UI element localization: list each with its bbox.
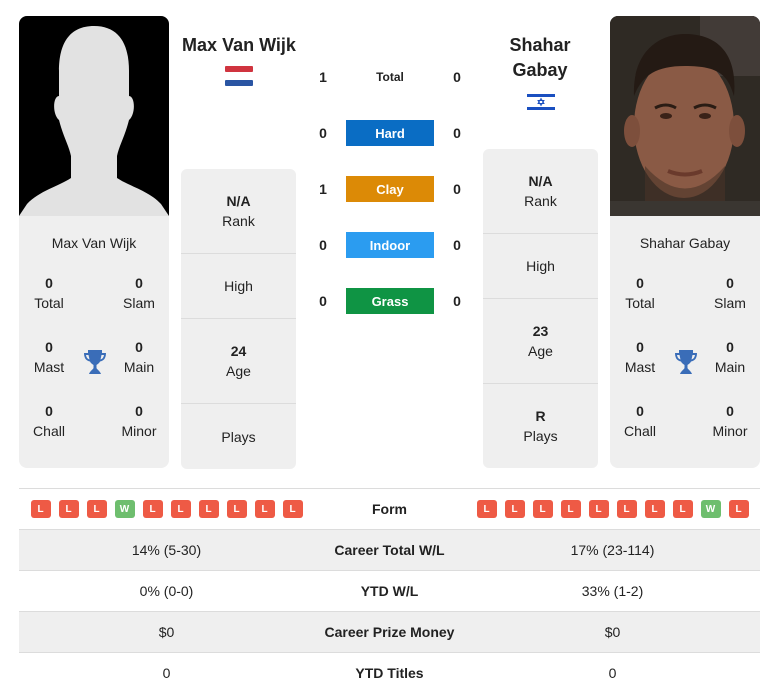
player2-name[interactable]: Shahar Gabay (485, 33, 595, 83)
surface-grass-badge[interactable]: Grass (346, 288, 434, 314)
silhouette-icon (19, 26, 169, 216)
israel-flag-icon (527, 92, 555, 112)
player1-titles-total: 0 Total (34, 275, 64, 311)
player1-form-badge-loss[interactable]: L (142, 500, 163, 518)
surface-indoor-badge[interactable]: Indoor (346, 232, 434, 258)
player1-plays: Plays (221, 428, 256, 445)
player2-card: Shahar Gabay 0 Total 0 Slam 0 Mast 0 Mai… (610, 16, 760, 468)
trophy-icon (84, 350, 106, 374)
player1-titles-main: 0 Main (123, 339, 155, 375)
player2-age: 23 Age (483, 299, 598, 384)
player2-info: N/A Rank High 23 Age R Plays (483, 149, 598, 468)
player1-form-badge-win[interactable]: W (114, 500, 135, 518)
player2-form-badge-loss[interactable]: L (728, 500, 749, 518)
player-face-icon (610, 16, 760, 216)
surface-hard-badge[interactable]: Hard (346, 120, 434, 146)
player1-card: Max Van Wijk 0 Total 0 Slam 0 Mast 0 Mai… (19, 16, 169, 468)
player1-form-badge-loss[interactable]: L (170, 500, 191, 518)
player2-form-badge-loss[interactable]: L (476, 500, 497, 518)
player1-form-badge-loss[interactable]: L (30, 500, 51, 518)
player2-titles-chall: 0 Chall (624, 403, 656, 439)
player2-form-badge-loss[interactable]: L (504, 500, 525, 518)
player2-form-badge-loss[interactable]: L (560, 500, 581, 518)
player1-form-badge-loss[interactable]: L (86, 500, 107, 518)
h2h-row-indoor: 0 Indoor 0 (310, 232, 470, 258)
player2-titles-mast: 0 Mast (624, 339, 656, 375)
player1-rank: N/A Rank (181, 169, 296, 254)
player2-form-badge-loss[interactable]: L (532, 500, 553, 518)
player2-titles-main: 0 Main (714, 339, 746, 375)
player2-rank: N/A Rank (483, 149, 598, 234)
form-label: Form (372, 501, 407, 517)
player1-name[interactable]: Max Van Wijk (175, 33, 303, 58)
netherlands-flag-icon (225, 66, 253, 86)
player1-form-badge-loss[interactable]: L (198, 500, 219, 518)
player1-age: 24 Age (181, 319, 296, 404)
stat-row-prize-money: $0 Career Prize Money $0 (19, 611, 760, 652)
player2-form-badge-loss[interactable]: L (616, 500, 637, 518)
player2-plays: R Plays (523, 408, 558, 444)
player1-titles-slam: 0 Slam (123, 275, 155, 311)
stat-row-ytd-wl: 0% (0-0) YTD W/L 33% (1-2) (19, 570, 760, 611)
player2-card-name: Shahar Gabay (639, 235, 731, 251)
player2-form-badge-loss[interactable]: L (672, 500, 693, 518)
player1-form: LLLWLLLLLL (19, 500, 314, 518)
player1-form-badge-loss[interactable]: L (58, 500, 79, 518)
stat-row-ytd-titles: 0 YTD Titles 0 (19, 652, 760, 693)
player1-titles-chall: 0 Chall (33, 403, 65, 439)
player2-form: LLLLLLLLWL (465, 500, 760, 518)
player1-form-badge-loss[interactable]: L (282, 500, 303, 518)
player1-photo[interactable] (19, 16, 169, 216)
surface-total-label: Total (376, 70, 404, 84)
player2-form-badge-loss[interactable]: L (588, 500, 609, 518)
player1-form-badge-loss[interactable]: L (226, 500, 247, 518)
player1-card-name: Max Van Wijk (51, 235, 137, 251)
stat-row-career-wl: 14% (5-30) Career Total W/L 17% (23-114) (19, 529, 760, 570)
h2h-row-hard: 0 Hard 0 (310, 120, 470, 146)
surface-clay-badge[interactable]: Clay (346, 176, 434, 202)
player2-form-badge-loss[interactable]: L (644, 500, 665, 518)
player1-titles-minor: 0 Minor (121, 403, 157, 439)
h2h-row-total: 1 Total 0 (310, 64, 470, 90)
h2h-row-clay: 1 Clay 0 (310, 176, 470, 202)
player2-form-badge-win[interactable]: W (700, 500, 721, 518)
player1-form-badge-loss[interactable]: L (254, 500, 275, 518)
player2-high: High (483, 234, 598, 299)
trophy-icon (675, 350, 697, 374)
player2-photo[interactable] (610, 16, 760, 216)
player2-titles-slam: 0 Slam (714, 275, 746, 311)
stats-table: LLLWLLLLLL Form LLLLLLLLWL 14% (5-30) Ca… (19, 488, 760, 693)
h2h-row-grass: 0 Grass 0 (310, 288, 470, 314)
player1-info: N/A Rank High 24 Age Plays (181, 169, 296, 469)
player1-high: High (181, 254, 296, 319)
player2-titles-minor: 0 Minor (712, 403, 748, 439)
player2-titles-total: 0 Total (625, 275, 655, 311)
player1-titles-mast: 0 Mast (33, 339, 65, 375)
form-row: LLLWLLLLLL Form LLLLLLLLWL (19, 488, 760, 529)
